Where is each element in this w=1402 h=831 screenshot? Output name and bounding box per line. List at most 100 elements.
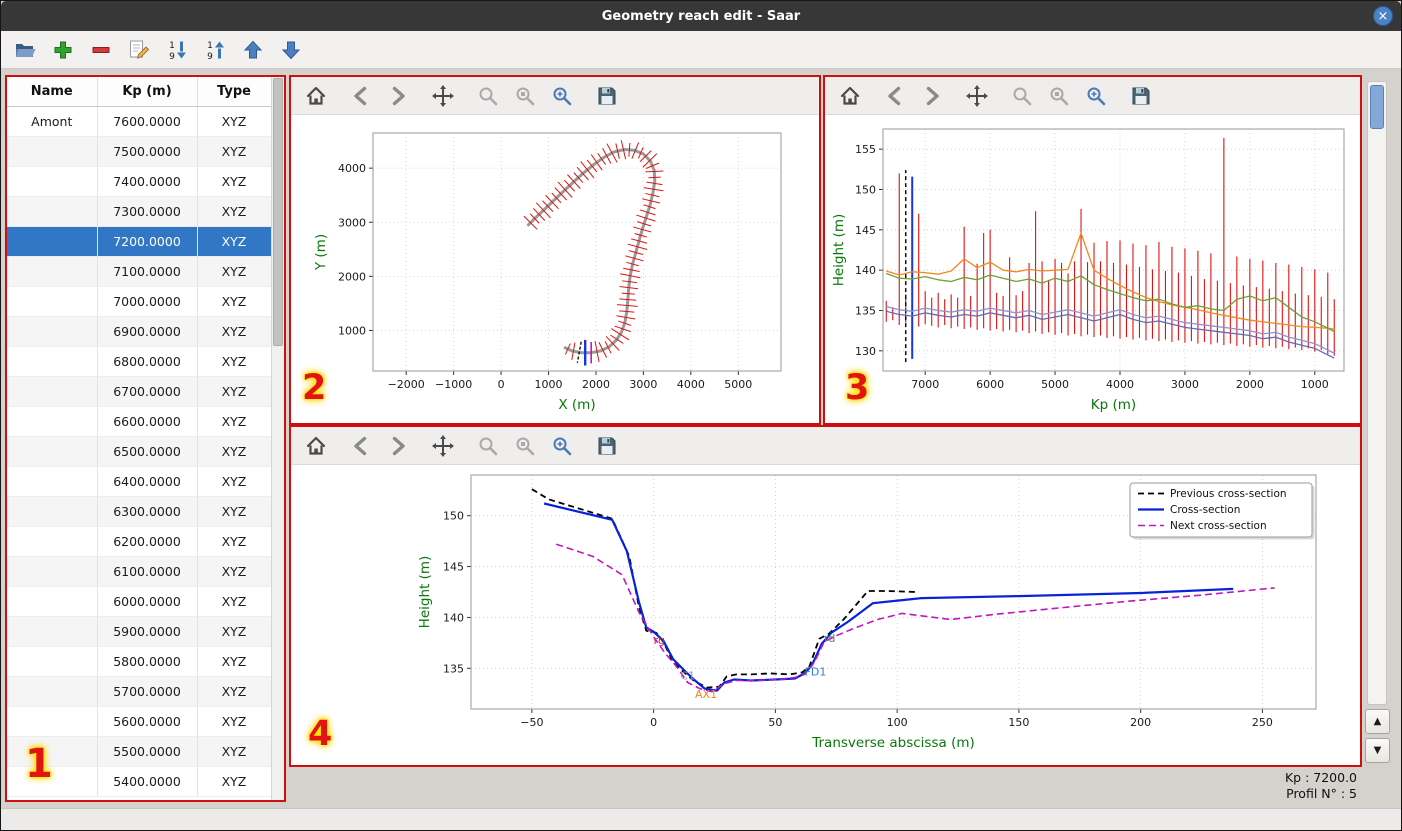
cell-name xyxy=(7,406,98,437)
save-button[interactable] xyxy=(1126,81,1156,111)
zoom-icon xyxy=(479,87,498,105)
save-button[interactable] xyxy=(592,431,622,461)
table-row[interactable]: 7300.0000 XYZ xyxy=(7,196,272,227)
cell-name: Amont xyxy=(7,106,98,137)
table-row[interactable]: 7400.0000 XYZ xyxy=(7,166,272,197)
geometry-reach-edit-window: Geometry reach edit - Saar × 1 9 1 9 Nam… xyxy=(0,0,1402,831)
cell-kp: 6000.0000 xyxy=(97,586,198,617)
cell-kp: 5800.0000 xyxy=(97,646,198,677)
table-row[interactable]: 7100.0000 XYZ xyxy=(7,256,272,287)
zoom-original-button[interactable] xyxy=(510,81,540,111)
home-button[interactable] xyxy=(835,81,865,111)
table-scrollbar[interactable] xyxy=(271,77,284,800)
zoom-to-rect-button[interactable] xyxy=(547,431,577,461)
zoom-button[interactable] xyxy=(473,431,503,461)
table-row[interactable]: 6900.0000 XYZ xyxy=(7,316,272,347)
back-button[interactable] xyxy=(346,81,376,111)
forward-button[interactable] xyxy=(917,81,947,111)
remove-cross-section-button[interactable] xyxy=(87,36,114,63)
table-scrollbar-thumb[interactable] xyxy=(273,78,283,346)
svg-text:9: 9 xyxy=(207,52,213,62)
cross-section-plot[interactable]: −50 0 50 100 150 200 250 135 140 145 150 Transverse… xyxy=(291,465,1360,765)
cell-type: XYZ xyxy=(197,496,272,527)
svg-text:Next cross-section: Next cross-section xyxy=(1170,520,1267,532)
svg-text:50: 50 xyxy=(768,716,782,729)
zoom-original-button[interactable] xyxy=(510,431,540,461)
table-row[interactable]: Amont 7600.0000 XYZ xyxy=(7,106,272,137)
table-row[interactable]: 6700.0000 XYZ xyxy=(7,376,272,407)
zoom-to-rect-button[interactable] xyxy=(1081,81,1111,111)
svg-text:6000: 6000 xyxy=(976,378,1004,391)
forward-button[interactable] xyxy=(383,81,413,111)
sort-down-button[interactable]: 1 9 xyxy=(163,36,190,63)
cell-type: XYZ xyxy=(197,406,272,437)
cell-type: XYZ xyxy=(197,706,272,737)
table-row[interactable]: 6100.0000 XYZ xyxy=(7,556,272,587)
cell-kp: 5600.0000 xyxy=(97,706,198,737)
svg-text:C1: C1 xyxy=(680,669,695,682)
statusbar xyxy=(1,808,1401,830)
previous-profile-button[interactable]: ▲ xyxy=(1365,709,1390,734)
table-row[interactable]: 6400.0000 XYZ xyxy=(7,466,272,497)
table-row[interactable]: 7200.0000 XYZ xyxy=(7,226,272,257)
forward-button[interactable] xyxy=(383,431,413,461)
table-row[interactable]: 5700.0000 XYZ xyxy=(7,676,272,707)
svg-text:−2000: −2000 xyxy=(388,378,425,391)
vertical-scrollbar[interactable] xyxy=(1367,81,1387,705)
vertical-scrollbar-thumb[interactable] xyxy=(1370,85,1384,129)
table-row[interactable]: 6200.0000 XYZ xyxy=(7,526,272,557)
svg-text:1000: 1000 xyxy=(338,324,366,337)
table-row[interactable]: 5800.0000 XYZ xyxy=(7,646,272,677)
cell-kp: 5700.0000 xyxy=(97,676,198,707)
cell-type: XYZ xyxy=(197,646,272,677)
cell-kp: 7000.0000 xyxy=(97,286,198,317)
plan-view-panel: −2000 −1000 0 1000 2000 3000 4000 5000 1000 2000 3… xyxy=(289,75,821,425)
zoom-original-button[interactable] xyxy=(1044,81,1074,111)
zoom-button[interactable] xyxy=(473,81,503,111)
home-button[interactable] xyxy=(301,431,331,461)
pan-button[interactable] xyxy=(428,431,458,461)
move-up-button[interactable] xyxy=(239,36,266,63)
back-button[interactable] xyxy=(346,431,376,461)
table-row[interactable]: 7000.0000 XYZ xyxy=(7,286,272,317)
up-triangle-icon: ▲ xyxy=(1373,716,1382,727)
table-row[interactable]: 6500.0000 XYZ xyxy=(7,436,272,467)
save-button[interactable] xyxy=(592,81,622,111)
cell-kp: 5500.0000 xyxy=(97,736,198,767)
column-header-name[interactable]: Name xyxy=(7,77,98,107)
column-header-type[interactable]: Type xyxy=(197,77,272,107)
table-row[interactable]: 5900.0000 XYZ xyxy=(7,616,272,647)
move-down-button[interactable] xyxy=(277,36,304,63)
table-row[interactable]: 6000.0000 XYZ xyxy=(7,586,272,617)
edit-button[interactable] xyxy=(125,36,152,63)
cell-type: XYZ xyxy=(197,256,272,287)
table-row[interactable]: 6600.0000 XYZ xyxy=(7,406,272,437)
sort-up-button[interactable]: 1 9 xyxy=(201,36,228,63)
table-row[interactable]: 6300.0000 XYZ xyxy=(7,496,272,527)
open-button[interactable] xyxy=(11,36,38,63)
home-button[interactable] xyxy=(301,81,331,111)
pan-button[interactable] xyxy=(428,81,458,111)
next-profile-button[interactable]: ▼ xyxy=(1365,738,1390,763)
table-row[interactable]: 5600.0000 XYZ xyxy=(7,706,272,737)
add-cross-section-button[interactable] xyxy=(49,36,76,63)
zoom-to-rect-button[interactable] xyxy=(547,81,577,111)
close-button[interactable]: × xyxy=(1373,6,1393,26)
svg-text:5000: 5000 xyxy=(1041,378,1069,391)
titlebar: Geometry reach edit - Saar × xyxy=(1,1,1401,31)
cell-type: XYZ xyxy=(197,226,272,257)
table-row[interactable]: 7500.0000 XYZ xyxy=(7,136,272,167)
zoom-button[interactable] xyxy=(1007,81,1037,111)
table-row[interactable]: 6800.0000 XYZ xyxy=(7,346,272,377)
svg-text:135: 135 xyxy=(855,305,876,318)
pan-button[interactable] xyxy=(962,81,992,111)
cell-kp: 7300.0000 xyxy=(97,196,198,227)
cell-type: XYZ xyxy=(197,436,272,467)
plan-view-plot[interactable]: −2000 −1000 0 1000 2000 3000 4000 5000 1000 2000 3… xyxy=(291,115,819,423)
column-header-kp[interactable]: Kp (m) xyxy=(97,77,198,107)
svg-text:1: 1 xyxy=(207,41,213,51)
back-button[interactable] xyxy=(880,81,910,111)
home-icon xyxy=(840,86,860,105)
longitudinal-profile-plot[interactable]: 7000 6000 5000 4000 3000 2000 1000 130 135 140 145… xyxy=(825,115,1360,423)
longitudinal-profile-panel: 7000 6000 5000 4000 3000 2000 1000 130 135 140 145… xyxy=(823,75,1362,425)
